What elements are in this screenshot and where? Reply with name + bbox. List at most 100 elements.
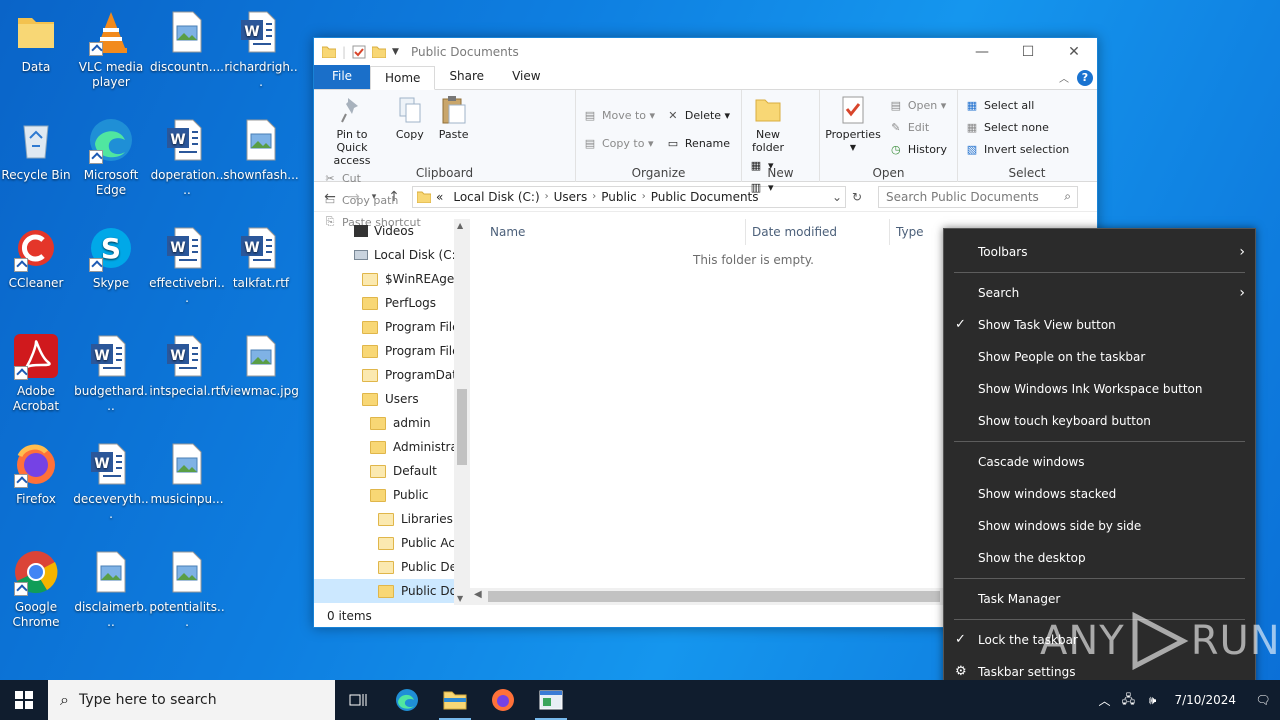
search-input[interactable]: Search Public Documents ⌕	[878, 185, 1078, 208]
select-all-button[interactable]: ▦ Select all	[964, 94, 1069, 116]
tree-item-public-documents[interactable]: Public Doc	[314, 579, 470, 603]
copy-path-button[interactable]: ▭ Copy path	[322, 189, 421, 211]
chevron-down-icon[interactable]: ⌄	[829, 190, 845, 204]
column-name[interactable]: Name	[470, 219, 746, 245]
notifications-icon[interactable]: 🗨	[1246, 693, 1280, 707]
delete-button[interactable]: ✕ Delete ▾	[665, 104, 730, 126]
tree-item-administrator[interactable]: Administrat	[314, 435, 470, 459]
chevron-right-icon[interactable]: ›	[592, 191, 596, 202]
tree-item-program-files-x86[interactable]: Program Files	[314, 339, 470, 363]
copy-to-button[interactable]: ▤ Copy to ▾	[582, 132, 655, 154]
desktop-icon-vlc[interactable]: VLC media player	[73, 8, 149, 90]
menu-item-show-the-desktop[interactable]: Show the desktop	[944, 543, 1255, 573]
tree-item-public-account-pictures[interactable]: Public Acc	[314, 531, 470, 555]
tree-item-public[interactable]: Public	[314, 483, 470, 507]
tree-item-libraries[interactable]: Libraries	[314, 507, 470, 531]
tree-item-perflogs[interactable]: PerfLogs	[314, 291, 470, 315]
desktop-icon-data[interactable]: Data	[0, 8, 74, 75]
scrollbar-thumb[interactable]	[488, 591, 940, 602]
taskbar-firefox-button[interactable]	[479, 680, 527, 720]
chevron-up-icon[interactable]: ︿	[1092, 692, 1116, 709]
help-icon[interactable]: ?	[1077, 70, 1093, 86]
desktop-icon-effectivebri[interactable]: W effectivebri...	[149, 224, 225, 306]
refresh-button[interactable]: ↻	[846, 190, 868, 204]
navigation-pane-scrollbar[interactable]: ▲ ▼	[454, 219, 470, 605]
scrollbar-thumb[interactable]	[457, 389, 467, 465]
desktop-icon-skype[interactable]: S Skype	[73, 224, 149, 291]
tab-file[interactable]: File	[314, 65, 370, 89]
scroll-left-icon[interactable]: ◀	[474, 589, 482, 600]
breadcrumb-overflow[interactable]: «	[436, 190, 443, 204]
desktop-icon-richardrigh[interactable]: W richardrigh...	[223, 8, 299, 90]
tree-item-winreagent[interactable]: $WinREAgent	[314, 267, 470, 291]
address-bar[interactable]: « Local Disk (C:) › Users › Public › Pub…	[412, 185, 846, 208]
tree-item-admin[interactable]: admin	[314, 411, 470, 435]
desktop-icon-intspecial[interactable]: W intspecial.rtf	[149, 332, 225, 399]
select-none-button[interactable]: ▦ Select none	[964, 116, 1069, 138]
volume-icon[interactable]: 🕪	[1140, 693, 1164, 708]
desktop-icon-shownfash[interactable]: shownfash...	[223, 116, 299, 183]
breadcrumb-public[interactable]: Public	[601, 190, 637, 204]
history-button[interactable]: ◷ History	[888, 138, 947, 160]
menu-item-show-windows-stacked[interactable]: Show windows stacked	[944, 479, 1255, 509]
desktop-icon-ccleaner[interactable]: CCleaner	[0, 224, 74, 291]
desktop-icon-viewmac[interactable]: viewmac.jpg	[223, 332, 299, 399]
taskbar-edge-button[interactable]	[383, 680, 431, 720]
minimize-button[interactable]: —	[959, 38, 1005, 66]
chevron-right-icon[interactable]: ›	[642, 191, 646, 202]
move-to-button[interactable]: ▤ Move to ▾	[582, 104, 655, 126]
tab-share[interactable]: Share	[435, 65, 498, 89]
scroll-up-icon[interactable]: ▲	[457, 221, 463, 230]
menu-item-toolbars[interactable]: Toolbars ›	[944, 237, 1255, 267]
taskbar-app-button[interactable]	[527, 680, 575, 720]
menu-item-show-people[interactable]: Show People on the taskbar	[944, 342, 1255, 372]
desktop-icon-discountn[interactable]: discountn....	[149, 8, 225, 75]
tab-home[interactable]: Home	[370, 66, 436, 90]
column-date-modified[interactable]: Date modified	[746, 219, 890, 245]
chevron-right-icon[interactable]: ›	[545, 191, 549, 202]
desktop-icon-recycle-bin[interactable]: Recycle Bin	[0, 116, 74, 183]
tree-item-public-desktop[interactable]: Public Des	[314, 555, 470, 579]
desktop-icon-talkfat[interactable]: W talkfat.rtf	[223, 224, 299, 291]
pin-to-quick-access-button[interactable]: Pin to Quick access	[320, 94, 384, 167]
desktop-icon-google-chrome[interactable]: Google Chrome	[0, 548, 74, 630]
rename-button[interactable]: ▭ Rename	[665, 132, 730, 154]
menu-item-show-touch-keyboard[interactable]: Show touch keyboard button	[944, 406, 1255, 436]
tree-item-users[interactable]: Users	[314, 387, 470, 411]
desktop-icon-firefox[interactable]: Firefox	[0, 440, 74, 507]
tab-view[interactable]: View	[498, 65, 554, 89]
task-view-button[interactable]	[335, 680, 383, 720]
open-button[interactable]: ▤ Open ▾	[888, 94, 947, 116]
menu-item-show-ink-workspace[interactable]: Show Windows Ink Workspace button	[944, 374, 1255, 404]
copy-button[interactable]: Copy	[392, 94, 428, 141]
desktop-icon-doperation[interactable]: W doperation....	[149, 116, 225, 198]
taskbar-file-explorer-button[interactable]	[431, 680, 479, 720]
tree-item-program-files[interactable]: Program Files	[314, 315, 470, 339]
breadcrumb-users[interactable]: Users	[554, 190, 588, 204]
desktop-icon-disclaimerb[interactable]: disclaimerb...	[73, 548, 149, 630]
edit-button[interactable]: ✎ Edit	[888, 116, 947, 138]
desktop-icon-potentialits[interactable]: potentialits...	[149, 548, 225, 630]
desktop-icon-musicinpu[interactable]: musicinpu...	[149, 440, 225, 507]
breadcrumb-public-documents[interactable]: Public Documents	[651, 190, 759, 204]
new-folder-button[interactable]: New folder	[748, 94, 788, 154]
menu-item-task-manager[interactable]: Task Manager	[944, 584, 1255, 614]
scroll-down-icon[interactable]: ▼	[457, 594, 463, 603]
close-button[interactable]: ✕	[1051, 38, 1097, 66]
new-folder-icon[interactable]	[372, 46, 387, 58]
breadcrumb-local-disk[interactable]: Local Disk (C:)	[453, 190, 539, 204]
menu-item-show-windows-side-by-side[interactable]: Show windows side by side	[944, 511, 1255, 541]
network-icon[interactable]: 🖧	[1116, 690, 1140, 711]
start-button[interactable]	[0, 680, 48, 720]
properties-icon[interactable]	[352, 45, 366, 59]
menu-item-cascade-windows[interactable]: Cascade windows	[944, 447, 1255, 477]
customize-dropdown-icon[interactable]: ▼	[392, 47, 399, 57]
tree-item-default[interactable]: Default	[314, 459, 470, 483]
invert-selection-button[interactable]: ▧ Invert selection	[964, 138, 1069, 160]
taskbar-search-input[interactable]: ⌕ Type here to search	[48, 680, 335, 720]
desktop-icon-microsoft-edge[interactable]: Microsoft Edge	[73, 116, 149, 198]
properties-button[interactable]: Properties ▼	[825, 94, 881, 154]
desktop-icon-budgethard[interactable]: W budgethard...	[73, 332, 149, 414]
menu-item-search[interactable]: Search ›	[944, 278, 1255, 308]
paste-button[interactable]: Paste	[436, 94, 472, 141]
